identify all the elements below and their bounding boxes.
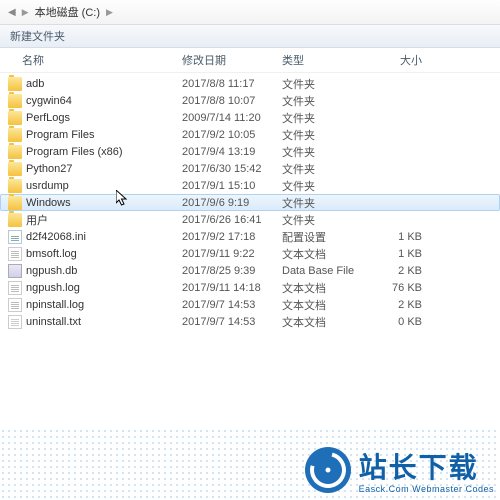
file-icon bbox=[8, 230, 22, 244]
file-date: 2017/9/2 10:05 bbox=[182, 129, 282, 141]
file-size: 2 KB bbox=[362, 299, 422, 311]
file-type: 文件夹 bbox=[282, 76, 362, 92]
file-list: adb2017/8/8 11:17文件夹cygwin642017/8/8 10:… bbox=[0, 73, 500, 332]
folder-icon bbox=[8, 94, 22, 108]
file-type: 配置设置 bbox=[282, 229, 362, 245]
breadcrumb[interactable]: ◀ ▶ 本地磁盘 (C:) ▶ bbox=[0, 0, 500, 25]
file-row[interactable]: Windows2017/9/6 9:19文件夹 bbox=[0, 194, 500, 211]
file-date: 2009/7/14 11:20 bbox=[182, 112, 282, 124]
file-size: 2 KB bbox=[362, 265, 422, 277]
file-type: Data Base File bbox=[282, 265, 362, 277]
file-date: 2017/9/11 14:18 bbox=[182, 282, 282, 294]
chevron-right-icon: ▶ bbox=[106, 7, 113, 18]
file-row[interactable]: Python272017/6/30 15:42文件夹 bbox=[0, 160, 500, 177]
file-type: 文件夹 bbox=[282, 127, 362, 143]
explorer-window: ◀ ▶ 本地磁盘 (C:) ▶ 新建文件夹 名称 修改日期 类型 大小 adb2… bbox=[0, 0, 500, 500]
file-date: 2017/8/25 9:39 bbox=[182, 265, 282, 277]
file-name: d2f42068.ini bbox=[26, 231, 182, 243]
file-name: cygwin64 bbox=[26, 95, 182, 107]
file-name: Program Files bbox=[26, 129, 182, 141]
file-type: 文件夹 bbox=[282, 144, 362, 160]
file-name: usrdump bbox=[26, 180, 182, 192]
folder-icon bbox=[8, 111, 22, 125]
file-date: 2017/9/4 13:19 bbox=[182, 146, 282, 158]
nav-back-icon[interactable]: ◀ bbox=[8, 7, 16, 18]
file-icon bbox=[8, 315, 22, 329]
folder-icon bbox=[8, 145, 22, 159]
file-type: 文件夹 bbox=[282, 161, 362, 177]
file-type: 文件夹 bbox=[282, 178, 362, 194]
file-row[interactable]: ngpush.log2017/9/11 14:18文本文档76 KB bbox=[0, 279, 500, 296]
file-name: PerfLogs bbox=[26, 112, 182, 124]
toolbar: 新建文件夹 bbox=[0, 25, 500, 48]
file-type: 文件夹 bbox=[282, 110, 362, 126]
watermark-logo-icon bbox=[305, 447, 351, 493]
file-name: adb bbox=[26, 78, 182, 90]
file-row[interactable]: 用户2017/6/26 16:41文件夹 bbox=[0, 211, 500, 228]
file-date: 2017/6/30 15:42 bbox=[182, 163, 282, 175]
file-date: 2017/8/8 10:07 bbox=[182, 95, 282, 107]
column-headers: 名称 修改日期 类型 大小 bbox=[0, 48, 500, 73]
file-type: 文本文档 bbox=[282, 246, 362, 262]
file-row[interactable]: PerfLogs2009/7/14 11:20文件夹 bbox=[0, 109, 500, 126]
file-date: 2017/9/7 14:53 bbox=[182, 316, 282, 328]
file-type: 文件夹 bbox=[282, 93, 362, 109]
file-row[interactable]: Program Files (x86)2017/9/4 13:19文件夹 bbox=[0, 143, 500, 160]
file-row[interactable]: npinstall.log2017/9/7 14:53文本文档2 KB bbox=[0, 296, 500, 313]
folder-icon bbox=[8, 213, 22, 227]
file-icon bbox=[8, 298, 22, 312]
file-date: 2017/9/7 14:53 bbox=[182, 299, 282, 311]
file-size: 0 KB bbox=[362, 316, 422, 328]
file-name: ngpush.log bbox=[26, 282, 182, 294]
new-folder-button[interactable]: 新建文件夹 bbox=[10, 28, 65, 44]
watermark-subtitle: Easck.Com Webmaster Codes bbox=[359, 484, 494, 494]
col-date[interactable]: 修改日期 bbox=[182, 52, 282, 68]
file-icon bbox=[8, 247, 22, 261]
file-date: 2017/9/11 9:22 bbox=[182, 248, 282, 260]
watermark-title: 站长下载 bbox=[359, 446, 494, 486]
watermark: 站长下载 Easck.Com Webmaster Codes bbox=[305, 446, 494, 494]
file-date: 2017/9/2 17:18 bbox=[182, 231, 282, 243]
file-type: 文件夹 bbox=[282, 212, 362, 228]
file-date: 2017/8/8 11:17 bbox=[182, 78, 282, 90]
file-type: 文本文档 bbox=[282, 280, 362, 296]
file-date: 2017/9/1 15:10 bbox=[182, 180, 282, 192]
file-type: 文件夹 bbox=[282, 195, 362, 211]
file-size: 76 KB bbox=[362, 282, 422, 294]
file-name: 用户 bbox=[26, 212, 182, 228]
file-date: 2017/9/6 9:19 bbox=[182, 197, 282, 209]
file-row[interactable]: uninstall.txt2017/9/7 14:53文本文档0 KB bbox=[0, 313, 500, 330]
file-type: 文本文档 bbox=[282, 297, 362, 313]
file-name: uninstall.txt bbox=[26, 316, 182, 328]
file-row[interactable]: cygwin642017/8/8 10:07文件夹 bbox=[0, 92, 500, 109]
file-name: Windows bbox=[26, 197, 182, 209]
folder-icon bbox=[8, 162, 22, 176]
folder-icon bbox=[8, 77, 22, 91]
file-size: 1 KB bbox=[362, 248, 422, 260]
file-name: bmsoft.log bbox=[26, 248, 182, 260]
chevron-right-icon: ▶ bbox=[22, 7, 29, 18]
file-type: 文本文档 bbox=[282, 314, 362, 330]
file-icon bbox=[8, 264, 22, 278]
file-row[interactable]: d2f42068.ini2017/9/2 17:18配置设置1 KB bbox=[0, 228, 500, 245]
file-name: ngpush.db bbox=[26, 265, 182, 277]
col-size[interactable]: 大小 bbox=[362, 52, 422, 68]
folder-icon bbox=[8, 179, 22, 193]
breadcrumb-drive[interactable]: 本地磁盘 (C:) bbox=[35, 4, 100, 20]
file-row[interactable]: ngpush.db2017/8/25 9:39Data Base File2 K… bbox=[0, 262, 500, 279]
col-type[interactable]: 类型 bbox=[282, 52, 362, 68]
file-row[interactable]: Program Files2017/9/2 10:05文件夹 bbox=[0, 126, 500, 143]
file-row[interactable]: usrdump2017/9/1 15:10文件夹 bbox=[0, 177, 500, 194]
folder-icon bbox=[8, 128, 22, 142]
file-row[interactable]: adb2017/8/8 11:17文件夹 bbox=[0, 75, 500, 92]
file-name: npinstall.log bbox=[26, 299, 182, 311]
file-name: Python27 bbox=[26, 163, 182, 175]
file-row[interactable]: bmsoft.log2017/9/11 9:22文本文档1 KB bbox=[0, 245, 500, 262]
file-name: Program Files (x86) bbox=[26, 146, 182, 158]
col-name[interactable]: 名称 bbox=[22, 52, 182, 68]
file-date: 2017/6/26 16:41 bbox=[182, 214, 282, 226]
file-size: 1 KB bbox=[362, 231, 422, 243]
file-icon bbox=[8, 281, 22, 295]
folder-icon bbox=[8, 196, 22, 210]
